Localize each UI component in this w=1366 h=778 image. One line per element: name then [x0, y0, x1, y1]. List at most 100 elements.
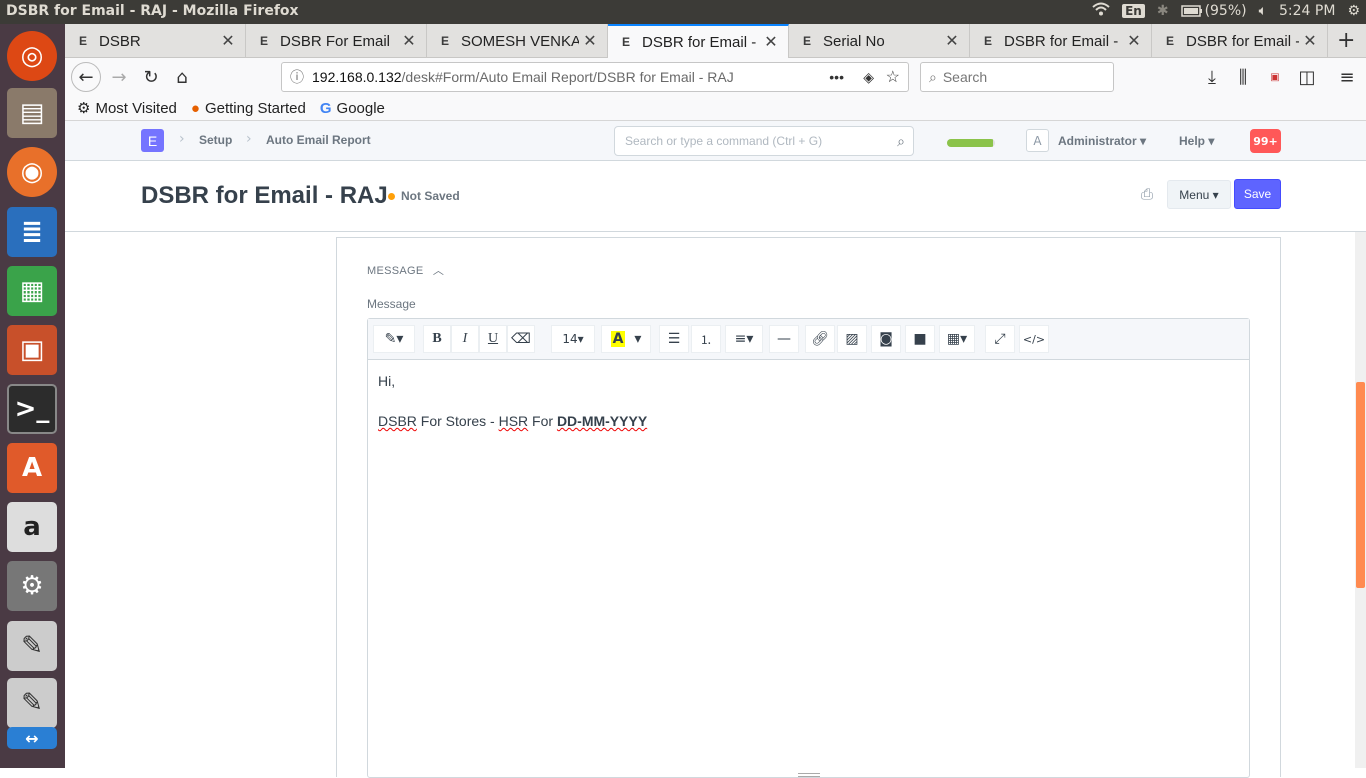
wifi-icon[interactable]	[1092, 2, 1110, 20]
image-icon[interactable]: ▨	[837, 325, 867, 353]
progress-bar	[947, 139, 995, 147]
calc-icon[interactable]: ▦	[7, 266, 57, 316]
user-menu[interactable]: Administrator ▾	[1058, 134, 1146, 148]
reload-icon[interactable]: ↻	[137, 63, 165, 91]
awesomebar-search-input[interactable]: Search or type a command (Ctrl + G) ⌕	[614, 126, 914, 156]
style-magic-wand-icon[interactable]: ✎▾	[373, 325, 415, 353]
message-rich-text-editor[interactable]: ✎▾ B I U ⌫ 14 ▾ A ▾ ☰ ⒈ ≡▾ — 🔗︎ ▨ ◙ ■ ▦▾ …	[367, 318, 1250, 778]
tab-label: DSBR for Email - E	[1186, 32, 1299, 50]
amazon-icon[interactable]: a	[7, 502, 57, 552]
numbered-list-icon[interactable]: ⒈	[691, 325, 721, 353]
close-icon[interactable]: ✕	[941, 31, 963, 51]
cors-extension-icon[interactable]: ▣	[1261, 63, 1289, 91]
close-icon[interactable]: ✕	[1299, 31, 1321, 51]
ubuntu-dash-icon[interactable]: ◎	[7, 31, 57, 81]
eraser-icon[interactable]: ⌫	[507, 325, 535, 353]
editor-resize-handle[interactable]	[798, 773, 820, 777]
tab-somesh-venkat[interactable]: E SOMESH VENKAT ✕	[427, 24, 608, 58]
tab-dsbr-for-email-l[interactable]: E DSBR for Email - L ✕	[970, 24, 1152, 58]
scrollbar-thumb[interactable]	[1356, 382, 1365, 588]
battery-indicator[interactable]: (95%)	[1180, 3, 1247, 19]
close-icon[interactable]: ✕	[579, 31, 601, 51]
fullscreen-icon[interactable]: ⤢	[985, 325, 1015, 353]
video-icon[interactable]: ■	[905, 325, 935, 353]
link-icon[interactable]: 🔗︎	[805, 325, 835, 353]
bluetooth-icon[interactable]: ✱	[1157, 3, 1169, 19]
tab-dsbr-for-email-raj[interactable]: E DSBR for Email - R ✕	[608, 24, 789, 58]
back-arrow-icon[interactable]: ←	[71, 62, 101, 92]
text-editor-2-icon[interactable]: ✎	[7, 678, 57, 728]
app-logo[interactable]: E	[141, 129, 164, 152]
font-size-dropdown[interactable]: 14 ▾	[551, 325, 595, 353]
page-scrollbar[interactable]	[1355, 232, 1366, 768]
horizontal-rule-icon[interactable]: —	[769, 325, 799, 353]
impress-icon[interactable]: ▣	[7, 325, 57, 375]
new-tab-plus-icon[interactable]: +	[1337, 28, 1355, 53]
menu-button[interactable]: Menu ▾	[1167, 180, 1231, 209]
page-actions-icon[interactable]: •••	[829, 69, 844, 85]
notification-badge[interactable]: 99+	[1250, 129, 1281, 153]
save-button[interactable]: Save	[1234, 179, 1281, 209]
editor-body[interactable]: Hi, DSBR For Stores - HSR For DD-MM-YYYY	[378, 371, 647, 431]
bold-icon[interactable]: B	[423, 325, 451, 353]
close-icon[interactable]: ✕	[217, 31, 239, 51]
print-icon[interactable]: ⎙	[1141, 185, 1153, 203]
text-color-dropdown[interactable]: A ▾	[601, 325, 651, 353]
italic-icon[interactable]: I	[451, 325, 479, 353]
volume-icon[interactable]: 🔈︎	[1259, 3, 1267, 19]
section-heading[interactable]: MESSAGE ︿	[367, 262, 444, 278]
bullet-list-icon[interactable]: ☰	[659, 325, 689, 353]
remote-desktop-icon[interactable]: ↔	[7, 727, 57, 749]
tab-dsbr[interactable]: E DSBR ✕	[65, 24, 246, 58]
url-bar[interactable]: ⓘ 192.168.0.132/desk#Form/Auto Email Rep…	[281, 62, 909, 92]
search-placeholder: Search	[942, 69, 988, 85]
site-info-icon[interactable]: ⓘ	[282, 67, 312, 87]
breadcrumb-auto-email-report[interactable]: Auto Email Report	[266, 133, 371, 147]
message-line-2: DSBR For Stores - HSR For DD-MM-YYYY	[378, 411, 647, 431]
software-center-icon[interactable]: A	[7, 443, 57, 493]
message-field-label: Message	[367, 297, 416, 311]
hamburger-menu-icon[interactable]: ≡	[1333, 63, 1361, 91]
terminal-icon[interactable]: >_	[7, 384, 57, 434]
close-icon[interactable]: ✕	[398, 31, 420, 51]
breadcrumb-setup[interactable]: Setup	[199, 133, 232, 147]
page-head: DSBR for Email - RAJ Not Saved ⎙ Menu ▾ …	[65, 161, 1366, 232]
system-settings-icon[interactable]: ⚙	[7, 561, 57, 611]
help-menu[interactable]: Help ▾	[1179, 134, 1214, 148]
files-icon[interactable]: ▤	[7, 88, 57, 138]
code-view-icon[interactable]: </>	[1019, 325, 1049, 353]
pocket-icon[interactable]: ◈	[863, 69, 874, 86]
library-icon[interactable]: ⫼	[1229, 63, 1257, 91]
table-dropdown-icon[interactable]: ▦▾	[939, 325, 975, 353]
writer-icon[interactable]: ≣	[7, 207, 57, 257]
underline-icon[interactable]: U	[479, 325, 507, 353]
font-color-icon: A	[610, 331, 626, 347]
message-word: DSBR	[378, 413, 417, 429]
bookmark-most-visited[interactable]: ⚙ Most Visited	[77, 99, 177, 118]
url-path: /desk#Form/Auto Email Report/DSBR for Em…	[401, 69, 734, 85]
firefox-icon[interactable]: ◉	[7, 147, 57, 197]
home-icon[interactable]: ⌂	[168, 63, 196, 91]
web-search-box[interactable]: ⌕ Search	[920, 62, 1114, 92]
text-editor-icon[interactable]: ✎	[7, 621, 57, 671]
close-icon[interactable]: ✕	[1123, 31, 1145, 51]
paragraph-align-dropdown-icon[interactable]: ≡▾	[725, 325, 763, 353]
tab-dsbr-for-email[interactable]: E DSBR For Email ✕	[246, 24, 427, 58]
avatar[interactable]: A	[1026, 129, 1049, 152]
downloads-icon[interactable]: ⤓	[1198, 63, 1226, 91]
erpnext-favicon-icon: E	[802, 34, 811, 48]
clock[interactable]: 5:24 PM	[1279, 3, 1335, 19]
forward-arrow-icon[interactable]: →	[105, 63, 133, 91]
message-line-1: Hi,	[378, 373, 396, 389]
bookmark-star-icon[interactable]: ☆	[886, 67, 900, 87]
tab-label: SOMESH VENKAT	[461, 32, 579, 50]
bookmark-google[interactable]: G Google	[320, 100, 385, 117]
close-icon[interactable]: ✕	[760, 32, 782, 52]
tab-serial-no[interactable]: E Serial No ✕	[789, 24, 970, 58]
keyboard-layout-indicator[interactable]: En	[1122, 4, 1145, 18]
settings-gear-icon[interactable]: ⚙	[1347, 3, 1360, 19]
bookmark-getting-started[interactable]: ● Getting Started	[191, 100, 306, 117]
camera-icon[interactable]: ◙	[871, 325, 901, 353]
tab-dsbr-for-email-e[interactable]: E DSBR for Email - E ✕	[1152, 24, 1328, 58]
sidebar-icon[interactable]: ◫	[1293, 63, 1321, 91]
